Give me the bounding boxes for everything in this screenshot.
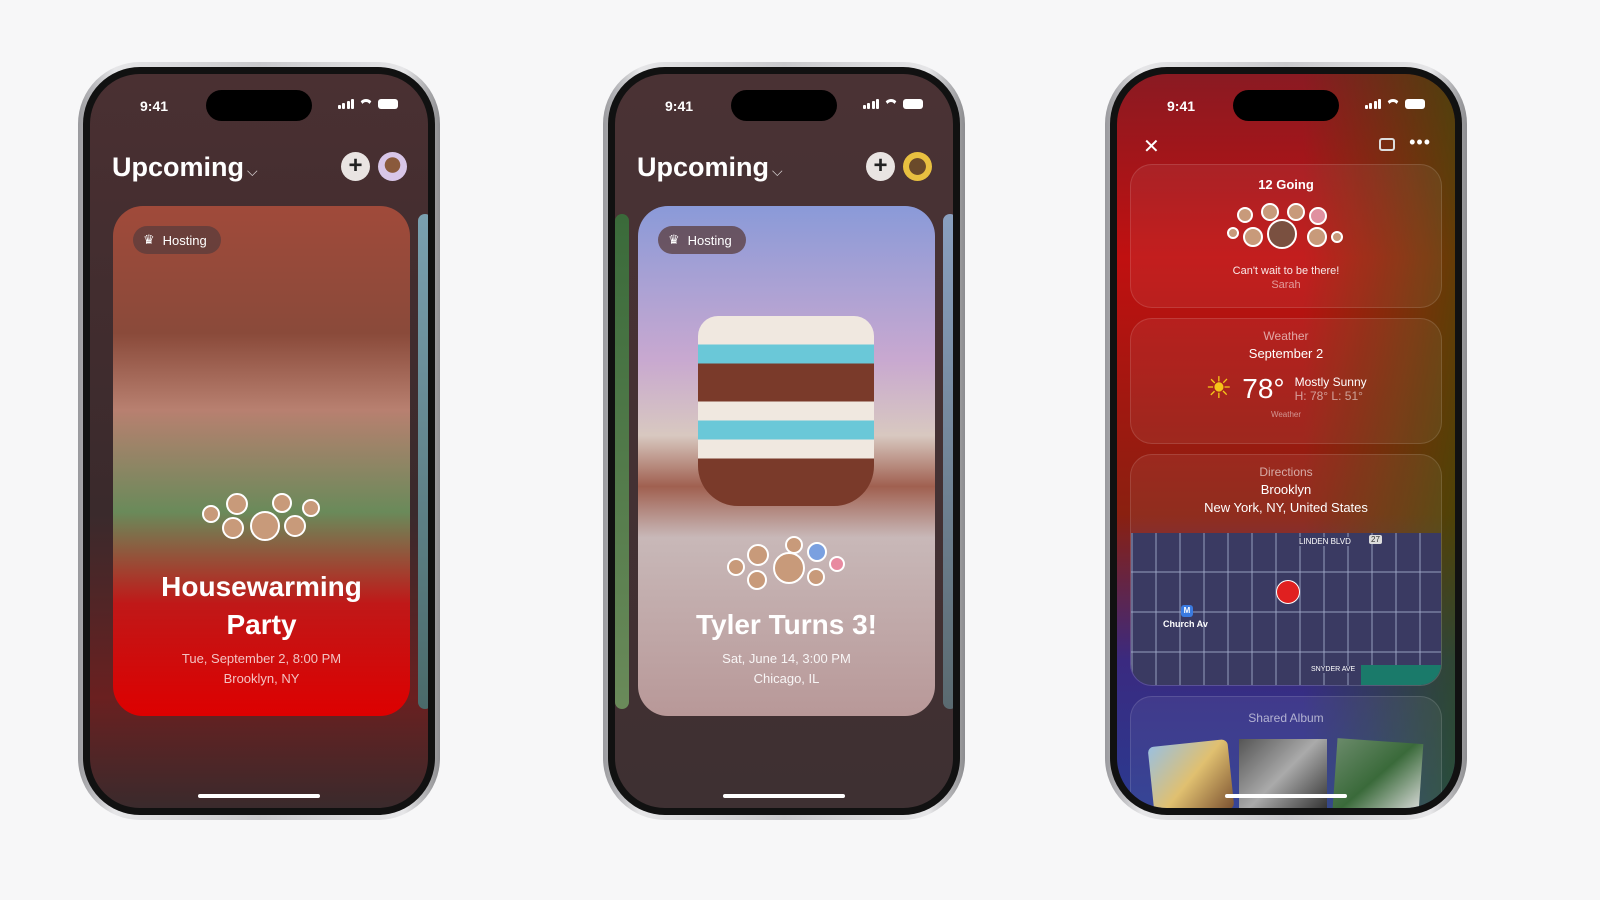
phone-housewarming: 9:41 Upcoming ⌵ + ♛ Hosting Housewarming P… (78, 62, 440, 820)
station-label: Church Av (1163, 619, 1208, 629)
subway-icon: M (1181, 605, 1193, 617)
going-count: 12 Going (1258, 177, 1314, 192)
street-label: SNYDER AVE (1311, 666, 1356, 673)
directions-panel[interactable]: Directions Brooklyn New York, NY, United… (1130, 454, 1442, 686)
event-card[interactable]: ♛ Hosting Housewarming Party Tue, Septemb… (113, 206, 410, 716)
event-location: Brooklyn, NY (223, 671, 300, 686)
place-address: New York, NY, United States (1204, 500, 1368, 515)
chevron-down-icon: ⌵ (247, 163, 258, 179)
status-time: 9:41 (140, 98, 169, 114)
wifi-icon (359, 99, 373, 109)
status-icons (862, 99, 923, 109)
phone-birthday: 9:41 Upcoming ⌵ + ♛ Hosting Tyler Turns 3!… (603, 62, 965, 820)
wifi-icon (884, 99, 898, 109)
status-icons (337, 99, 398, 109)
chevron-down-icon: ⌵ (772, 163, 783, 179)
home-indicator (1225, 794, 1347, 798)
weather-panel[interactable]: Weather September 2 ☀ 78° Mostly Sunny H:… (1130, 318, 1442, 444)
shared-album-panel[interactable]: Shared Album (1130, 696, 1442, 808)
home-indicator (723, 794, 845, 798)
temperature: 78° (1242, 372, 1285, 404)
shared-album-label: Shared Album (1248, 711, 1324, 725)
hosting-badge: ♛ Hosting (658, 226, 746, 254)
route-shield: 27 (1369, 535, 1382, 544)
weather-label: Weather (1263, 329, 1309, 343)
next-card-peek[interactable] (418, 214, 428, 709)
event-title-line1: Housewarming (161, 571, 362, 602)
calendar-settings-icon[interactable] (1379, 138, 1395, 151)
event-title: Tyler Turns 3! (695, 609, 877, 640)
badge-label: Hosting (162, 232, 207, 248)
screen: 9:41 Upcoming ⌵ + ♛ Hosting Tyler Turns 3!… (615, 74, 953, 808)
attendee-message: Can't wait to be there! (1232, 265, 1340, 277)
sun-icon: ☀ (1205, 372, 1233, 405)
close-button[interactable]: ✕ (1143, 134, 1160, 159)
birthday-cake-image (698, 316, 874, 506)
event-title-line2: Party (226, 609, 297, 640)
signal-icon (862, 99, 879, 109)
profile-avatar[interactable] (378, 152, 407, 181)
street-label: LINDEN BLVD (1299, 537, 1351, 546)
event-location: Chicago, IL (753, 671, 820, 686)
battery-icon (903, 99, 923, 109)
next-card-peek[interactable] (943, 214, 953, 709)
add-event-button[interactable]: + (341, 152, 370, 181)
phone-event-details: 9:41 ✕ ••• 12 Going Can't wait to be the… (1105, 62, 1467, 820)
add-event-button[interactable]: + (866, 152, 895, 181)
page-title: Upcoming (112, 152, 244, 182)
weather-provider: Weather (1270, 410, 1302, 419)
event-card[interactable]: ♛ Hosting Tyler Turns 3! Sat, June 14, 3:… (638, 206, 935, 716)
message-author: Sarah (1271, 279, 1301, 291)
weather-date: September 2 (1248, 346, 1324, 361)
status-time: 9:41 (1167, 98, 1196, 114)
high-low: H: 78° L: 51° (1294, 388, 1363, 403)
place-name: Brooklyn (1260, 482, 1312, 497)
more-options-button[interactable]: ••• (1409, 132, 1431, 153)
signal-icon (1364, 99, 1381, 109)
park-area (1361, 665, 1441, 685)
dynamic-island (1233, 90, 1339, 121)
hosting-badge: ♛ Hosting (133, 226, 221, 254)
page-title: Upcoming (637, 152, 769, 182)
crown-icon: ♛ (668, 232, 680, 247)
battery-icon (1405, 99, 1425, 109)
dynamic-island (731, 90, 837, 121)
attendee-avatars (1221, 203, 1351, 253)
weather-attribution: Weather (1131, 410, 1441, 419)
dynamic-island (206, 90, 312, 121)
status-time: 9:41 (665, 98, 694, 114)
event-date: Sat, June 14, 3:00 PM (722, 651, 851, 666)
event-date: Tue, September 2, 8:00 PM (181, 651, 342, 666)
attendee-avatars (717, 536, 857, 590)
upcoming-menu[interactable]: Upcoming ⌵ (637, 152, 783, 183)
upcoming-menu[interactable]: Upcoming ⌵ (112, 152, 258, 183)
wifi-icon (1386, 99, 1400, 109)
screen: 9:41 Upcoming ⌵ + ♛ Hosting Housewarming P… (90, 74, 428, 808)
home-indicator (198, 794, 320, 798)
crown-icon: ♛ (143, 232, 155, 247)
badge-label: Hosting (687, 232, 732, 248)
signal-icon (337, 99, 354, 109)
battery-icon (378, 99, 398, 109)
weather-condition: Mostly Sunny (1294, 374, 1367, 389)
attendees-panel[interactable]: 12 Going Can't wait to be there! Sarah (1130, 164, 1442, 308)
map[interactable]: LINDEN BLVD 27 SNYDER AVE M Church Av (1131, 533, 1441, 685)
screen: 9:41 ✕ ••• 12 Going Can't wait to be the… (1117, 74, 1455, 808)
profile-avatar[interactable] (903, 152, 932, 181)
attendee-avatars (192, 491, 332, 541)
album-photo[interactable] (1147, 739, 1235, 808)
location-pin-icon (1277, 581, 1299, 603)
previous-card-peek[interactable] (615, 214, 629, 709)
directions-label: Directions (1259, 465, 1313, 479)
status-icons (1364, 99, 1425, 109)
